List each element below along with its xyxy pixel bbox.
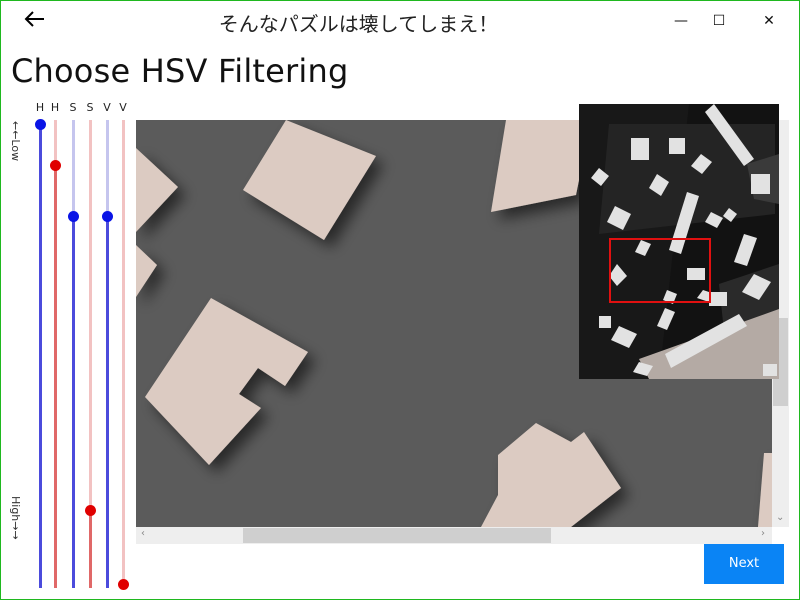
minimap[interactable] (579, 104, 779, 379)
scroll-left-icon[interactable]: ‹ (141, 528, 145, 539)
slider-track-4[interactable] (106, 120, 109, 588)
slider-track-5[interactable] (122, 120, 125, 588)
slider-knob-0[interactable] (35, 119, 46, 130)
close-icon: ✕ (763, 13, 775, 29)
high-label: High→→ (9, 496, 22, 540)
slider-knob-2[interactable] (68, 211, 79, 222)
horizontal-scroll-thumb[interactable] (243, 528, 551, 543)
minimize-icon: — (674, 13, 688, 29)
title-bar: そんなパズルは壊してしまえ！ — ☐ ✕ (1, 1, 799, 41)
slider-track-2[interactable] (72, 120, 75, 588)
slider-knob-4[interactable] (102, 211, 113, 222)
scroll-down-icon[interactable]: ⌄ (776, 512, 784, 523)
slider-track-3[interactable] (89, 120, 92, 588)
slider-label-3: S (86, 101, 94, 114)
slider-knob-5[interactable] (118, 579, 129, 590)
low-label: ←←Low (9, 121, 22, 162)
next-button[interactable]: Next (704, 544, 784, 584)
maximize-icon: ☐ (712, 13, 726, 29)
window-title: そんなパズルは壊してしまえ！ (218, 12, 499, 36)
slider-label-1: H (50, 101, 60, 114)
scroll-right-icon[interactable]: › (761, 528, 765, 539)
slider-label-5: V (119, 101, 127, 114)
slider-label-4: V (103, 101, 111, 114)
slider-label-0: H (35, 101, 45, 114)
slider-track-1[interactable] (54, 120, 57, 588)
slider-label-2: S (69, 101, 77, 114)
page-title: Choose HSV Filtering (11, 52, 349, 90)
slider-track-0[interactable] (39, 120, 42, 588)
minimap-image (579, 104, 779, 379)
close-button[interactable]: ✕ (746, 9, 792, 33)
maximize-button[interactable]: ☐ (696, 9, 742, 33)
